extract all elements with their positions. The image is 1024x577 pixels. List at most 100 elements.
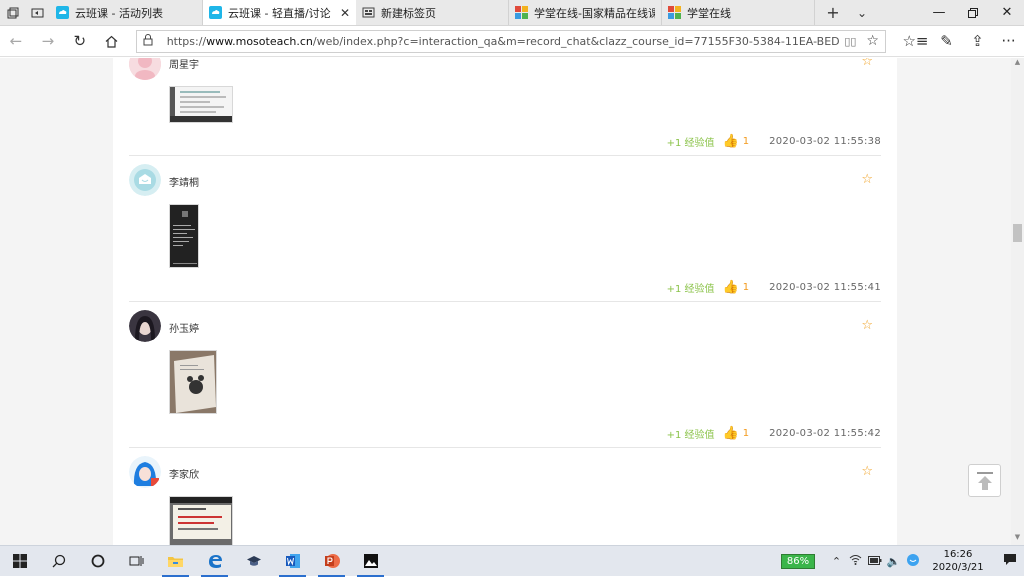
navigation-bar: ← → ↻ https://www.mosoteach.cn/web/index… (0, 26, 1024, 57)
windows-taskbar: 86% ⌃ 🔈 16:26 2020/3/21 (0, 545, 1024, 577)
notification-center-icon[interactable] (996, 553, 1024, 570)
tab-xuetang[interactable]: 学堂在线 (662, 0, 815, 25)
tab-label: 云班课 - 活动列表 (75, 6, 163, 20)
attachment-image[interactable] (169, 204, 199, 268)
entry-meta: +1 经验值 👍 1 2020-03-02 11:55:42 (667, 426, 881, 441)
battery-indicator[interactable]: 86% (781, 553, 815, 569)
clock-time: 16:26 (943, 549, 973, 560)
edge-browser-icon[interactable] (195, 546, 234, 577)
task-view-icon[interactable] (117, 546, 156, 577)
windows-start-icon[interactable] (0, 546, 39, 577)
tab-xuetang-courses[interactable]: 学堂在线-国家精品在线课 (509, 0, 662, 25)
star-icon[interactable]: ☆ (861, 58, 873, 69)
tab-bar-spacer (873, 0, 922, 25)
reading-view-icon[interactable]: ▯▯ (844, 35, 856, 48)
list-item: 李家欣 ☆ (129, 448, 881, 545)
user-name[interactable]: 李家欣 (169, 466, 199, 481)
url-path: /web/index.php?c=interaction_qa&m=record… (312, 34, 840, 48)
scroll-down-icon[interactable]: ▼ (1011, 533, 1024, 545)
like-count: 1 (742, 428, 750, 439)
wifi-icon[interactable] (846, 554, 865, 568)
new-tab-page-icon (362, 6, 375, 19)
avatar[interactable] (129, 456, 161, 488)
url-text: https://www.mosoteach.cn/web/index.php?c… (167, 35, 841, 48)
xuetang-icon (515, 6, 528, 19)
star-icon[interactable]: ☆ (861, 318, 873, 333)
avatar[interactable] (129, 58, 161, 80)
lock-icon (143, 33, 157, 49)
list-item: 周星宇 ☆ +1 经验值 👍 1 2020-03-02 11:55:38 (129, 58, 881, 156)
favorite-star-icon[interactable]: ☆ (866, 33, 879, 49)
pen-notes-icon[interactable]: ✎ (931, 26, 962, 57)
file-explorer-icon[interactable] (156, 546, 195, 577)
messaging-app-icon[interactable] (903, 553, 922, 570)
url-prefix: https:// (166, 34, 207, 48)
timestamp: 2020-03-02 11:55:38 (769, 136, 881, 147)
xuetang-icon (668, 6, 681, 19)
cortana-icon[interactable] (78, 546, 117, 577)
search-icon[interactable] (39, 546, 78, 577)
tab-label: 新建标签页 (381, 6, 436, 20)
share-icon[interactable]: ⇪ (962, 26, 993, 57)
back-arrow-icon[interactable]: ← (0, 26, 32, 57)
timestamp: 2020-03-02 11:55:42 (769, 428, 881, 439)
entry-meta: +1 经验值 👍 1 2020-03-02 11:55:41 (667, 280, 881, 295)
thumbs-up-icon[interactable]: 👍 (723, 280, 739, 295)
toolbar-actions: ☆≡ ✎ ⇪ ··· (900, 26, 1024, 57)
tab-activity-list[interactable]: 云班课 - 活动列表 (50, 0, 203, 25)
page-viewport: 周星宇 ☆ +1 经验值 👍 1 2020-03-02 11:55:38 李靖桐… (0, 58, 1024, 545)
attachment-image[interactable] (169, 86, 233, 123)
user-name[interactable]: 周星宇 (169, 58, 199, 71)
close-window-icon[interactable]: ✕ (990, 0, 1024, 25)
powerpoint-icon[interactable] (312, 546, 351, 577)
home-icon[interactable] (96, 26, 128, 57)
favorites-hub-icon[interactable]: ☆≡ (900, 26, 931, 57)
more-icon[interactable]: ··· (993, 26, 1024, 57)
discussion-record-panel: 周星宇 ☆ +1 经验值 👍 1 2020-03-02 11:55:38 李靖桐… (113, 58, 897, 545)
timestamp: 2020-03-02 11:55:41 (769, 282, 881, 293)
avatar[interactable] (129, 310, 161, 342)
attachment-image[interactable] (169, 496, 233, 545)
like-count: 1 (742, 282, 750, 293)
close-tab-icon[interactable]: ✕ (340, 6, 350, 20)
photos-app-icon[interactable] (351, 546, 390, 577)
user-name[interactable]: 孙玉婷 (169, 320, 199, 335)
user-name[interactable]: 李靖桐 (169, 174, 199, 189)
star-icon[interactable]: ☆ (861, 464, 873, 479)
back-to-top-button[interactable] (968, 464, 1001, 497)
experience-points: +1 经验值 (666, 430, 715, 441)
thumbs-up-icon[interactable]: 👍 (723, 426, 739, 441)
cloud-class-icon (56, 6, 69, 19)
experience-points: +1 经验值 (666, 138, 715, 149)
tab-actions-icon[interactable] (0, 0, 25, 25)
tab-new-tab[interactable]: 新建标签页 (356, 0, 509, 25)
avatar[interactable] (129, 164, 161, 196)
list-item: 李靖桐 ☆ +1 经验值 👍 1 2020-03-02 11:55:41 (129, 156, 881, 302)
new-tab-plus-icon[interactable]: + (815, 0, 851, 25)
battery-icon[interactable] (865, 555, 884, 568)
minimize-icon[interactable]: — (922, 0, 956, 25)
chevron-up-icon[interactable]: ⌃ (827, 555, 846, 568)
tab-label: 云班课 - 轻直播/讨论 (228, 6, 331, 20)
tab-bar: 云班课 - 活动列表 云班课 - 轻直播/讨论 ✕ 新建标签页 学堂在线-国家精… (0, 0, 1024, 26)
tab-live-discussion[interactable]: 云班课 - 轻直播/讨论 ✕ (203, 0, 356, 25)
vertical-scrollbar[interactable]: ▲ ▼ (1011, 58, 1024, 545)
cloud-class-icon (209, 6, 222, 19)
volume-icon[interactable]: 🔈 (884, 555, 903, 568)
restore-icon[interactable] (956, 0, 990, 25)
thumbs-up-icon[interactable]: 👍 (723, 134, 739, 149)
set-tabs-aside-icon[interactable] (25, 0, 50, 25)
system-tray: 86% ⌃ 🔈 16:26 2020/3/21 (781, 546, 1024, 577)
forward-arrow-icon[interactable]: → (32, 26, 64, 57)
attachment-image[interactable] (169, 350, 217, 414)
system-clock[interactable]: 16:26 2020/3/21 (928, 548, 988, 574)
word-icon[interactable] (273, 546, 312, 577)
address-bar[interactable]: https://www.mosoteach.cn/web/index.php?c… (135, 29, 886, 53)
chevron-down-icon[interactable]: ⌄ (851, 0, 873, 25)
graduation-app-icon[interactable] (234, 546, 273, 577)
star-icon[interactable]: ☆ (861, 172, 873, 187)
scrollbar-thumb[interactable] (1013, 224, 1022, 242)
scroll-up-icon[interactable]: ▲ (1011, 58, 1024, 70)
refresh-icon[interactable]: ↻ (64, 26, 96, 57)
url-domain: www.mosoteach.cn (206, 34, 313, 48)
